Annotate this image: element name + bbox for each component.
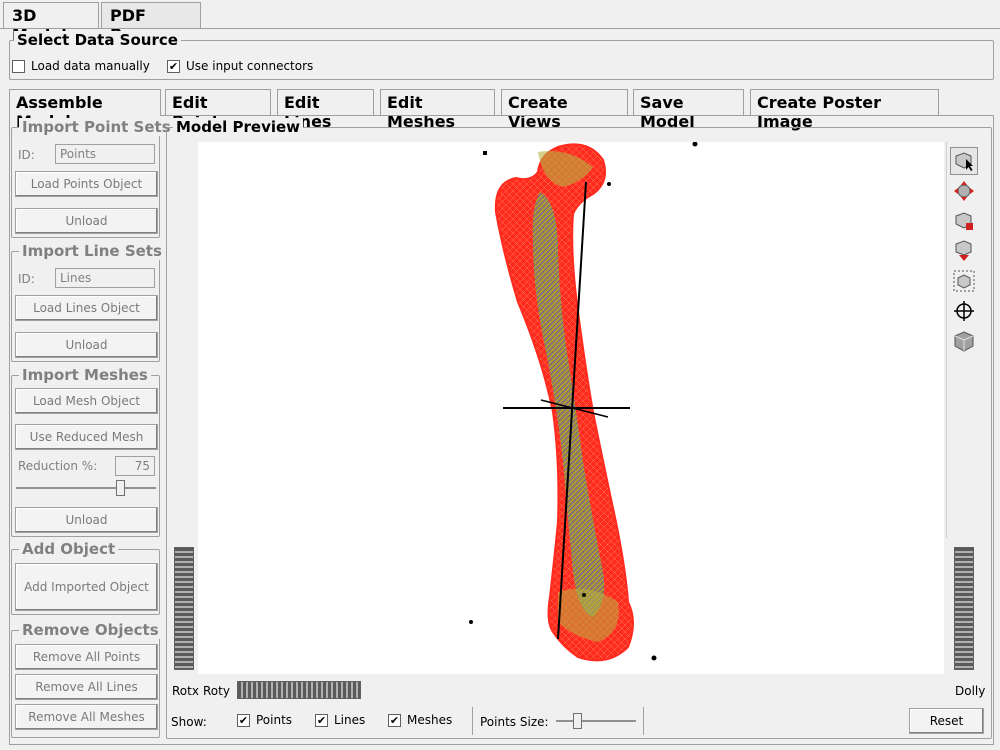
remove-all-meshes-button[interactable]: Remove All Meshes (15, 704, 158, 730)
reset-button[interactable]: Reset (909, 708, 984, 734)
tab-edit-lines[interactable]: Edit Lines (277, 89, 374, 131)
reduction-slider-track[interactable] (16, 487, 156, 489)
tab-pdf-page[interactable]: PDF Page (101, 2, 201, 44)
reduction-input[interactable]: 75 (115, 456, 155, 476)
load-manually-checkbox[interactable]: Load data manually (12, 59, 150, 73)
seek-icon[interactable] (950, 207, 978, 235)
tab-3d-model[interactable]: 3D Model (3, 2, 99, 44)
pick-icon[interactable] (950, 147, 978, 175)
checkbox-label: Load data manually (31, 59, 150, 73)
center-icon[interactable] (950, 297, 978, 325)
remove-objects-title: Remove Objects (19, 621, 162, 639)
lines-id-input[interactable]: Lines (55, 268, 155, 288)
add-object-title: Add Object (19, 540, 119, 558)
separator (472, 707, 473, 735)
separator (643, 707, 644, 735)
load-points-button[interactable]: Load Points Object (15, 171, 158, 197)
remove-all-points-button[interactable]: Remove All Points (15, 644, 158, 670)
show-lines-checkbox[interactable]: ✔ Lines (315, 713, 365, 727)
3d-viewer[interactable] (198, 142, 944, 674)
reduction-slider-thumb[interactable] (116, 480, 125, 496)
tab-edit-points[interactable]: Edit Points (165, 89, 271, 131)
model-preview-title: Model Preview (173, 118, 304, 136)
unload-mesh-button[interactable]: Unload (15, 507, 158, 533)
set-home-icon[interactable] (950, 237, 978, 265)
points-size-slider-track[interactable] (556, 720, 636, 722)
dolly-thumbwheel[interactable] (954, 547, 974, 670)
checkbox-label: Use input connectors (186, 59, 314, 73)
projection-icon[interactable] (950, 327, 978, 355)
roty-label: Roty (203, 684, 230, 698)
tab-assemble-model[interactable]: Assemble Model (9, 89, 161, 131)
rotx-label: Rotx (172, 684, 199, 698)
checkbox-box-checked[interactable]: ✔ (167, 59, 180, 73)
points-size-label: Points Size: (480, 715, 549, 729)
data-source-title: Select Data Source (14, 31, 181, 49)
dolly-label: Dolly (955, 684, 986, 698)
checkbox-label: Points (256, 713, 293, 727)
rotate-icon[interactable] (950, 177, 978, 205)
checkbox-box-checked[interactable]: ✔ (237, 713, 250, 727)
remove-all-lines-button[interactable]: Remove All Lines (15, 674, 158, 700)
add-imported-object-button[interactable]: Add Imported Object (15, 563, 158, 611)
tab-divider (0, 28, 1000, 29)
checkbox-label: Meshes (407, 713, 453, 727)
checkbox-label: Lines (334, 713, 366, 727)
load-lines-button[interactable]: Load Lines Object (15, 295, 158, 321)
sub-tab-line (160, 115, 994, 116)
reduction-label: Reduction %: (18, 459, 98, 473)
rotx-thumbwheel[interactable] (174, 547, 194, 670)
unload-lines-button[interactable]: Unload (15, 332, 158, 358)
import-points-title: Import Point Sets (19, 118, 174, 136)
load-mesh-button[interactable]: Load Mesh Object (15, 388, 158, 414)
points-size-slider-thumb[interactable] (573, 713, 582, 729)
bone-model-render (469, 142, 698, 662)
checkbox-box[interactable] (12, 59, 25, 73)
lines-id-label: ID: (18, 272, 35, 286)
show-meshes-checkbox[interactable]: ✔ Meshes (388, 713, 452, 727)
tab-save-model[interactable]: Save Model (633, 89, 744, 131)
points-id-label: ID: (18, 148, 35, 162)
tab-edit-meshes[interactable]: Edit Meshes (380, 89, 495, 131)
show-label: Show: (171, 715, 207, 729)
tab-create-poster-image[interactable]: Create Poster Image (750, 89, 939, 131)
points-id-input[interactable]: Points (55, 144, 155, 164)
roty-thumbwheel[interactable] (237, 681, 361, 699)
import-meshes-title: Import Meshes (19, 366, 151, 384)
show-points-checkbox[interactable]: ✔ Points (237, 713, 292, 727)
unload-points-button[interactable]: Unload (15, 208, 158, 234)
view-all-icon[interactable] (950, 267, 978, 295)
use-reduced-mesh-button[interactable]: Use Reduced Mesh (15, 424, 158, 450)
checkbox-box-checked[interactable]: ✔ (315, 713, 328, 727)
use-connectors-checkbox[interactable]: ✔ Use input connectors (167, 59, 313, 73)
import-lines-title: Import Line Sets (19, 242, 165, 260)
checkbox-box-checked[interactable]: ✔ (388, 713, 401, 727)
tab-create-views[interactable]: Create Views (501, 89, 628, 131)
